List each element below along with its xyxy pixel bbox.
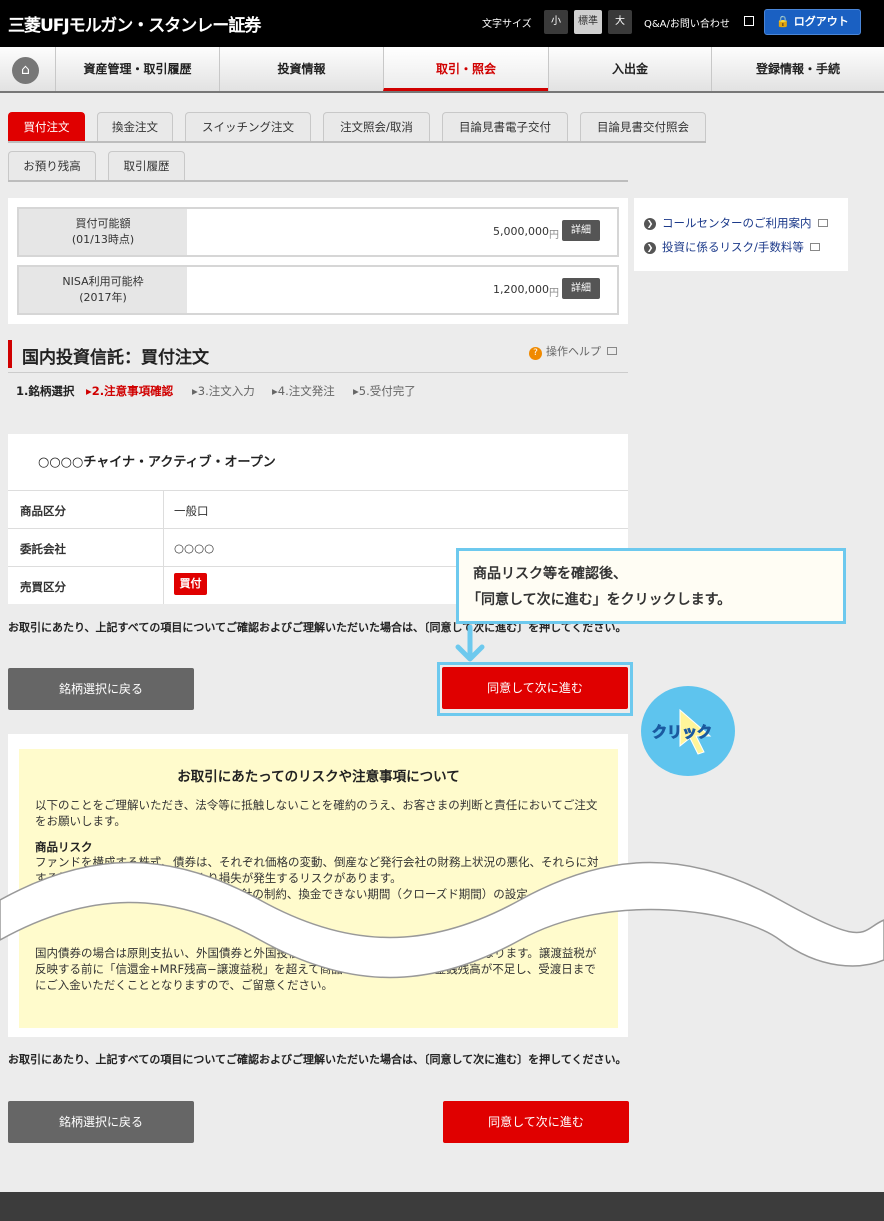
step-4: ▸4.注文発注 — [272, 383, 335, 399]
question-icon: ? — [529, 347, 542, 360]
title-accent — [8, 340, 12, 368]
tab-underline — [8, 141, 706, 143]
row-value: ○○○○ — [174, 541, 215, 555]
link-call-center[interactable]: ❯ コールセンターのご利用案内 — [644, 215, 828, 231]
callout-line-2: 「同意して次に進む」をクリックします。 — [467, 592, 732, 608]
tab-redeem-order[interactable]: 換金注文 — [97, 112, 173, 141]
balance-label-main: 買付可能額 — [75, 217, 131, 230]
font-size-small-button[interactable]: 小 — [544, 10, 568, 34]
back-button[interactable]: 銘柄選択に戻る — [8, 1101, 194, 1143]
wave-cut-divider — [0, 861, 884, 979]
font-size-normal-button[interactable]: 標準 — [574, 10, 602, 34]
nav-item-registration[interactable]: 登録情報・手続 — [711, 47, 884, 91]
step-label: 3.注文入力 — [197, 384, 255, 398]
link-risk-fees[interactable]: ❯ 投資に係るリスク/手数料等 — [644, 239, 820, 255]
tab-holdings[interactable]: お預り残高 — [8, 151, 96, 180]
step-5: ▸5.受付完了 — [353, 383, 416, 399]
balance-unit: 円 — [549, 288, 559, 299]
help-link[interactable]: ? 操作ヘルプ — [529, 343, 617, 360]
tab-prospectus-inquiry[interactable]: 目論見書交付照会 — [580, 112, 706, 141]
balance-label-main: NISA利用可能枠 — [62, 275, 144, 288]
confirm-note: お取引にあたり、上記すべての項目についてご確認およびご理解いただいた場合は、〔同… — [8, 1053, 627, 1066]
font-size-label: 文字サイズ — [482, 19, 532, 30]
click-label: クリック — [651, 723, 713, 742]
divider — [8, 372, 628, 373]
callout-line-1: 商品リスク等を確認後、 — [473, 566, 627, 582]
balance-row: 買付可能額 (01/13時点) 5,000,000 円 詳細 — [17, 207, 619, 257]
tab-prospectus-electronic[interactable]: 目論見書電子交付 — [442, 112, 568, 141]
back-button[interactable]: 銘柄選択に戻る — [8, 668, 194, 710]
tab-buy-order[interactable]: 買付注文 — [8, 112, 85, 141]
nav-item-investment-info[interactable]: 投資情報 — [219, 47, 383, 91]
brand-logo[interactable]: 三菱UFJモルガン・スタンレー証券 — [8, 11, 261, 36]
step-3: ▸3.注文入力 — [192, 383, 255, 399]
step-label: 5.受付完了 — [358, 384, 416, 398]
logout-button[interactable]: 🔒 ログアウト — [764, 9, 861, 35]
logout-label: ログアウト — [793, 15, 849, 28]
link-label: 投資に係るリスク/手数料等 — [662, 240, 804, 254]
nav-item-deposit[interactable]: 入出金 — [548, 47, 711, 91]
row-label: 商品区分 — [20, 504, 66, 518]
step-2-current: ▸2.注意事項確認 — [86, 383, 173, 399]
step-label: 4.注文発注 — [277, 384, 335, 398]
risk-heading: 商品リスク — [35, 840, 93, 854]
balance-row: NISA利用可能枠 (2017年) 1,200,000 円 詳細 — [17, 265, 619, 315]
page-title: 国内投資信託：買付注文 — [22, 348, 209, 368]
window-icon — [817, 219, 828, 227]
window-icon — [607, 347, 617, 355]
balance-label: NISA利用可能枠 (2017年) — [19, 267, 187, 313]
window-icon — [809, 243, 820, 251]
balance-value: 5,000,000 — [493, 225, 549, 238]
footer-bar — [0, 1192, 884, 1221]
chevron-right-icon: ❯ — [644, 242, 656, 254]
row-label: 委託会社 — [20, 542, 66, 556]
tab-switching-order[interactable]: スイッチング注文 — [185, 112, 311, 141]
link-label: コールセンターのご利用案内 — [662, 216, 812, 230]
buy-badge: 買付 — [174, 573, 207, 595]
chevron-right-icon: ❯ — [644, 218, 656, 230]
step-label: 2.注意事項確認 — [91, 384, 174, 398]
help-label: 操作ヘルプ — [546, 345, 601, 358]
home-icon[interactable]: ⌂ — [12, 57, 39, 84]
risk-title: お取引にあたってのリスクや注意事項について — [177, 769, 460, 785]
tab-underline — [8, 180, 628, 182]
lock-icon: 🔒 — [776, 15, 794, 28]
divider — [163, 529, 164, 566]
window-icon — [744, 16, 754, 26]
instruction-callout: 商品リスク等を確認後、 「同意して次に進む」をクリックします。 — [456, 548, 846, 624]
row-value: 一般口 — [174, 504, 209, 518]
faq-link[interactable]: Q&A/お問い合わせ — [644, 15, 730, 30]
row-label: 売買区分 — [20, 580, 66, 594]
tab-history[interactable]: 取引履歴 — [108, 151, 185, 180]
divider — [163, 567, 164, 604]
fund-name: ○○○○チャイナ・アクティブ・オープン — [38, 455, 276, 470]
agree-next-button[interactable]: 同意して次に進む — [443, 1101, 629, 1143]
arrow-down-icon — [455, 625, 485, 662]
balance-unit: 円 — [549, 230, 559, 241]
detail-button[interactable]: 詳細 — [562, 220, 600, 241]
tab-order-inquiry[interactable]: 注文照会/取消 — [323, 112, 430, 141]
divider — [163, 491, 164, 528]
side-links-panel — [634, 198, 848, 271]
balance-value: 1,200,000 — [493, 283, 549, 296]
risk-intro: 以下のことをご理解いただき、法令等に抵触しないことを確約のうえ、お客さまの判断と… — [35, 798, 598, 828]
table-row: 商品区分 一般口 — [8, 490, 628, 528]
nav-item-assets[interactable]: 資産管理・取引履歴 — [55, 47, 219, 91]
balance-label-sub: (2017年) — [79, 291, 127, 304]
balance-label-sub: (01/13時点) — [71, 233, 135, 246]
nav-item-trading[interactable]: 取引・照会 — [383, 47, 548, 91]
step-1: 1.銘柄選択 — [16, 384, 75, 398]
detail-button[interactable]: 詳細 — [562, 278, 600, 299]
font-size-large-button[interactable]: 大 — [608, 10, 632, 34]
button-highlight — [437, 662, 633, 716]
balance-label: 買付可能額 (01/13時点) — [19, 209, 187, 255]
